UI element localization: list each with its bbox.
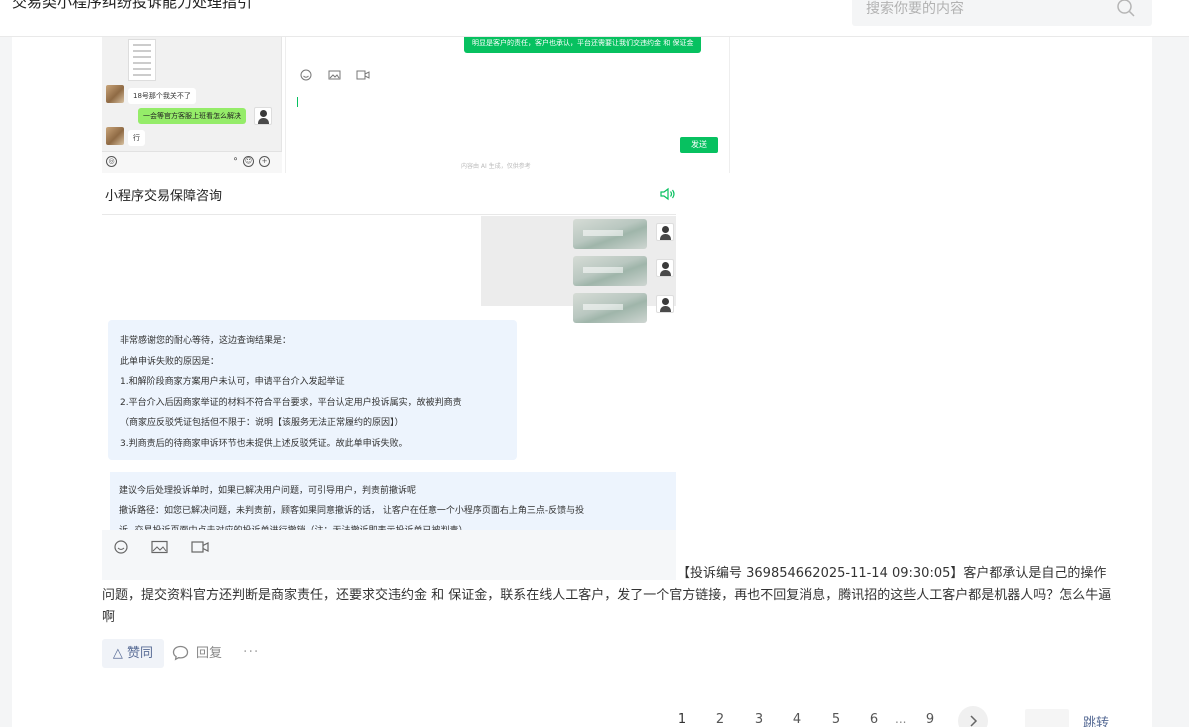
- support-suggestion: 建议今后处理投诉单时，如果已解决用户问题，可引导用户，判责前撤诉呢 撤诉路径：如…: [110, 472, 676, 530]
- reply-line: 2.平台介入后因商家举证的材料不符合平台要求，平台认定用户投诉属实，故被判商责: [120, 397, 462, 408]
- avatar: [656, 295, 674, 313]
- avatar: [656, 223, 674, 241]
- reply-line: 1.和解阶段商家方案用户未认可，申请平台介入发起举证: [120, 377, 345, 387]
- chat-screenshot: 18号那个我关不了 一会等官方客服上班看怎么解决 行 ◎ ⚬ ☺ + 明显是客户…: [102, 37, 743, 173]
- avatar: [656, 259, 674, 277]
- page-ellipsis: ...: [895, 712, 907, 726]
- image-messages: [481, 216, 676, 323]
- suggest-line: 建议今后处理投诉单时，如果已解决用户问题，可引导用户，判责前撤诉呢: [119, 486, 417, 496]
- comment-text: 【投诉编号 369854662025-11-14 09:30:05】客户都承认是…: [102, 566, 1112, 625]
- search-icon[interactable]: [1116, 0, 1136, 18]
- reply-line: 此单申诉失败的原因是：: [120, 356, 220, 367]
- like-button[interactable]: △ 赞同: [102, 639, 164, 668]
- consult-title: 小程序交易保障咨询: [105, 189, 223, 204]
- text-caret: [297, 97, 298, 107]
- comment-icon: [172, 645, 189, 661]
- ai-notice: 内容由 AI 生成，仅供参考: [461, 163, 531, 170]
- consult-screenshot: 小程序交易保障咨询 非常感谢您的耐心等待，这边查询结果是： 此单申诉失败的原因是…: [102, 173, 676, 580]
- page-number[interactable]: 6: [864, 712, 884, 727]
- suggest-line: 撤诉路径：如您已解决问题，未判责前，顾客如果同意撤诉的话， 让客户在任意一个小程…: [119, 506, 585, 516]
- chat-list-panel: 18号那个我关不了 一会等官方客服上班看怎么解决 行 ◎ ⚬ ☺ +: [102, 37, 282, 173]
- page-title: 交易类小程序纠纷投诉能力处理指引: [12, 0, 253, 11]
- image-thumbnail: [573, 219, 647, 249]
- document-thumbnail: [128, 39, 156, 81]
- page-number[interactable]: 1: [672, 712, 692, 727]
- video-icon: [356, 70, 370, 80]
- search-box[interactable]: [852, 0, 1152, 26]
- chat-compose-panel: 明显是客户的责任，客户也承认，平台还需要让我们交违约金 和 保证金 发送 内容由…: [285, 37, 730, 173]
- support-reply: 非常感谢您的耐心等待，这边查询结果是： 此单申诉失败的原因是： 1.和解阶段商家…: [108, 320, 517, 460]
- video-icon: [191, 541, 209, 553]
- speaker-icon: [660, 187, 675, 201]
- mic-icon: ⚬: [231, 155, 240, 165]
- chat-message: 明显是客户的责任，客户也承认，平台还需要让我们交违约金 和 保证金: [464, 37, 702, 53]
- image-icon: [328, 70, 341, 80]
- page-jump-button[interactable]: 跳转: [1083, 712, 1109, 727]
- page-number[interactable]: 5: [826, 712, 846, 727]
- image-thumbnail: [573, 293, 647, 323]
- reply-line: 非常感谢您的耐心等待，这边查询结果是：: [120, 336, 292, 346]
- reply-label: 回复: [196, 646, 223, 661]
- page-number[interactable]: 2: [710, 712, 730, 727]
- next-page-button[interactable]: [958, 706, 988, 727]
- voice-icon: ◎: [106, 156, 117, 167]
- page-number[interactable]: 9: [920, 712, 940, 727]
- divider: [102, 214, 676, 215]
- page-jump-input[interactable]: [1025, 709, 1069, 727]
- search-input[interactable]: [866, 0, 1106, 26]
- chevron-right-icon: [970, 715, 978, 727]
- page-number[interactable]: 3: [749, 712, 769, 727]
- send-button: 发送: [680, 137, 718, 153]
- emoji-icon: [114, 540, 128, 554]
- emoji-icon: [300, 69, 312, 81]
- more-button[interactable]: ···: [243, 639, 259, 668]
- top-bar: 交易类小程序纠纷投诉能力处理指引: [0, 0, 1189, 37]
- suggest-line: 诉--交易投诉页面中点击对应的投诉单进行撤销（注：无法撤诉即表示投诉单已被判责）: [119, 521, 667, 530]
- chat-message: 18号那个我关不了: [128, 88, 196, 104]
- plus-icon: +: [259, 156, 270, 167]
- reply-line: （商家应反驳凭证包括但不限于：说明【该服务无法正常履约的原因】）: [120, 418, 404, 428]
- image-icon: [151, 540, 168, 554]
- chat-message: 行: [128, 130, 145, 146]
- emoji-icon: ☺: [243, 156, 254, 167]
- reply-line: 3.判商责后的待商家申诉环节也未提供上述反驳凭证。故此单申诉失败。: [120, 438, 408, 449]
- page-number[interactable]: 4: [787, 712, 807, 727]
- chat-message: 一会等官方客服上班看怎么解决: [138, 108, 246, 124]
- chat-input-bar: ◎ ⚬ ☺ +: [102, 151, 282, 173]
- reply-button[interactable]: 回复: [172, 639, 222, 668]
- avatar: [254, 107, 272, 125]
- avatar: [106, 127, 124, 145]
- avatar: [106, 85, 124, 103]
- pagination: 1 2 3 4 5 6 ... 9 跳转: [0, 706, 1189, 727]
- image-thumbnail: [573, 256, 647, 286]
